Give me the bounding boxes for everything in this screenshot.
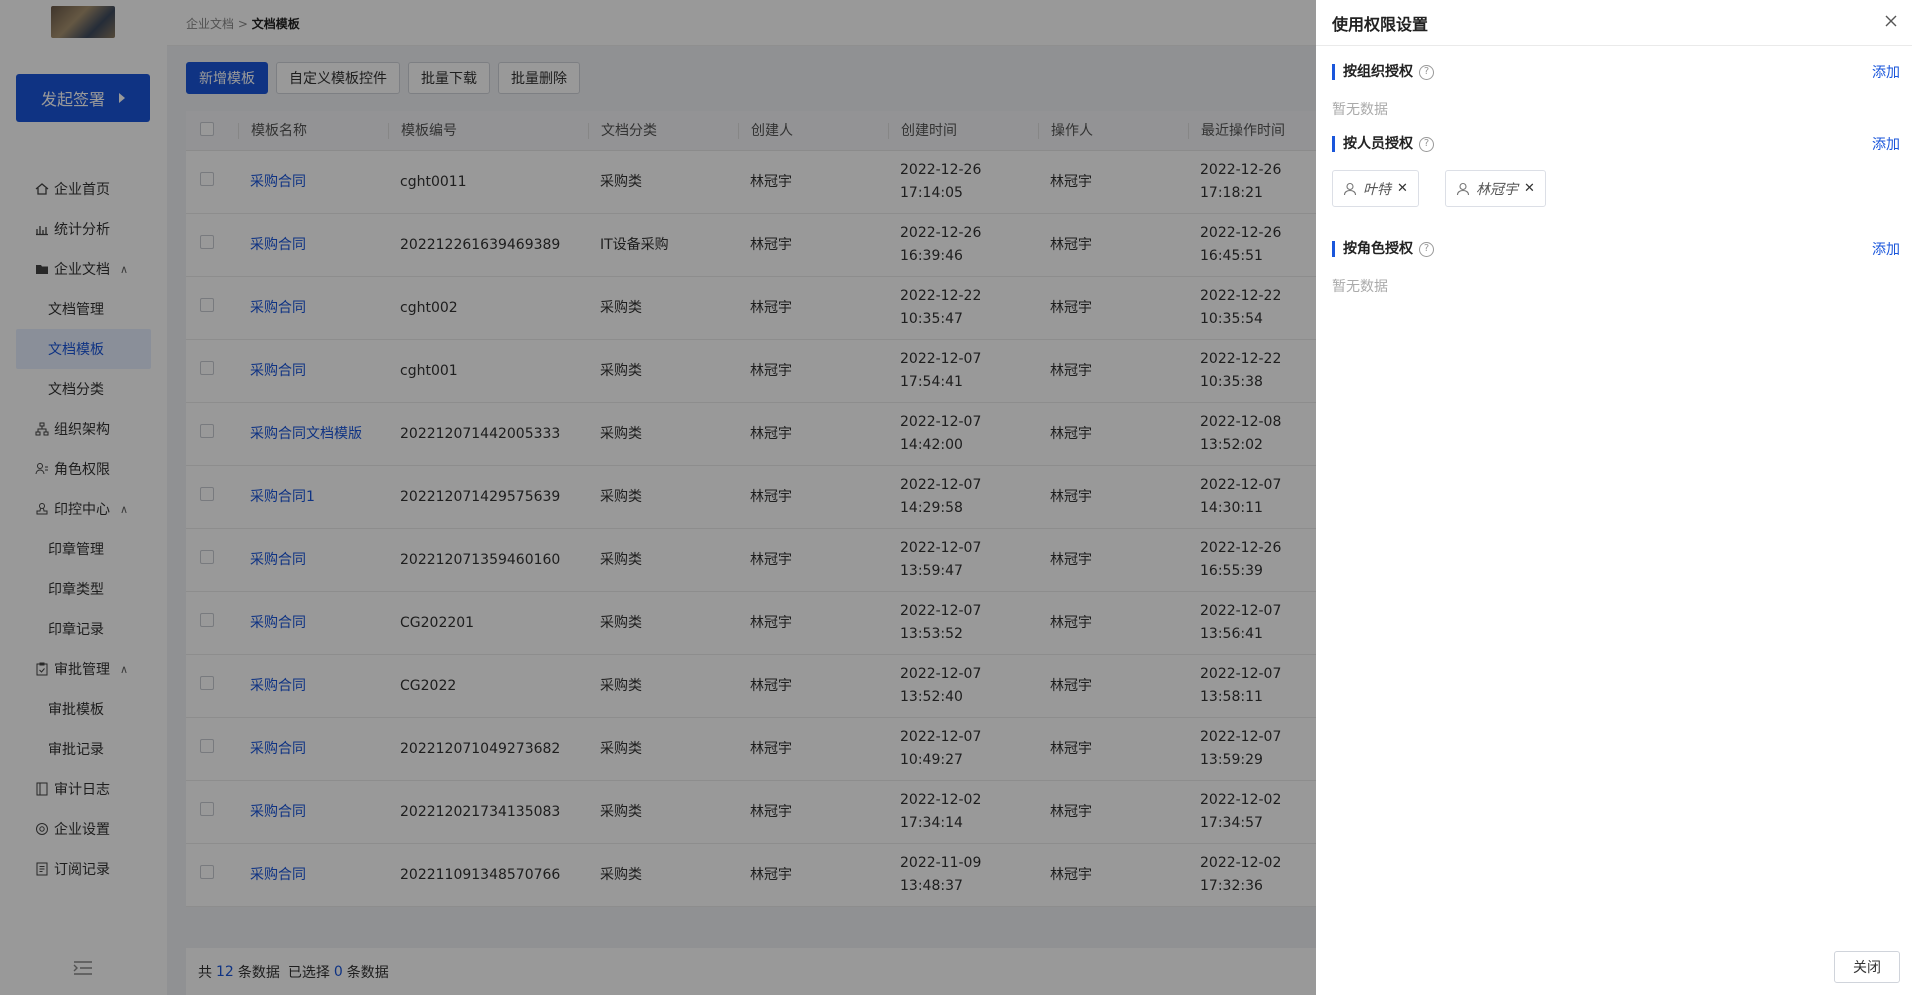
- add-org-link[interactable]: 添加: [1872, 62, 1900, 82]
- person-section-title: 按人员授权 ?: [1332, 136, 1434, 152]
- org-empty-text: 暂无数据: [1332, 102, 1388, 118]
- help-icon[interactable]: ?: [1419, 136, 1434, 152]
- role-section-label: 按角色授权: [1343, 241, 1413, 257]
- drawer-title: 使用权限设置: [1332, 15, 1429, 34]
- person-tag-name: 林冠宇: [1476, 181, 1518, 198]
- role-section-title: 按角色授权 ?: [1332, 241, 1434, 257]
- add-person-link[interactable]: 添加: [1872, 134, 1900, 154]
- person-tag: 叶特 ✕: [1332, 170, 1419, 207]
- org-section-title: 按组织授权 ?: [1332, 64, 1434, 80]
- close-button[interactable]: 关闭: [1834, 951, 1900, 983]
- permission-drawer: 使用权限设置 按组织授权 ? 添加 暂无数据 按人员授权 ? 添加 叶特 ✕ 林…: [1316, 0, 1912, 995]
- user-icon: [1456, 182, 1470, 195]
- add-role-link[interactable]: 添加: [1872, 239, 1900, 259]
- org-section-label: 按组织授权: [1343, 64, 1413, 80]
- user-icon: [1343, 182, 1357, 195]
- drawer-divider: [1316, 45, 1912, 46]
- remove-tag-icon[interactable]: ✕: [1397, 181, 1408, 196]
- person-tag-name: 叶特: [1363, 181, 1391, 198]
- person-section-label: 按人员授权: [1343, 136, 1413, 152]
- close-icon[interactable]: [1882, 12, 1900, 30]
- role-empty-text: 暂无数据: [1332, 279, 1388, 295]
- person-tag: 林冠宇 ✕: [1445, 170, 1546, 207]
- remove-tag-icon[interactable]: ✕: [1524, 181, 1535, 196]
- help-icon[interactable]: ?: [1419, 64, 1434, 80]
- help-icon[interactable]: ?: [1419, 241, 1434, 257]
- modal-overlay[interactable]: [0, 0, 1316, 995]
